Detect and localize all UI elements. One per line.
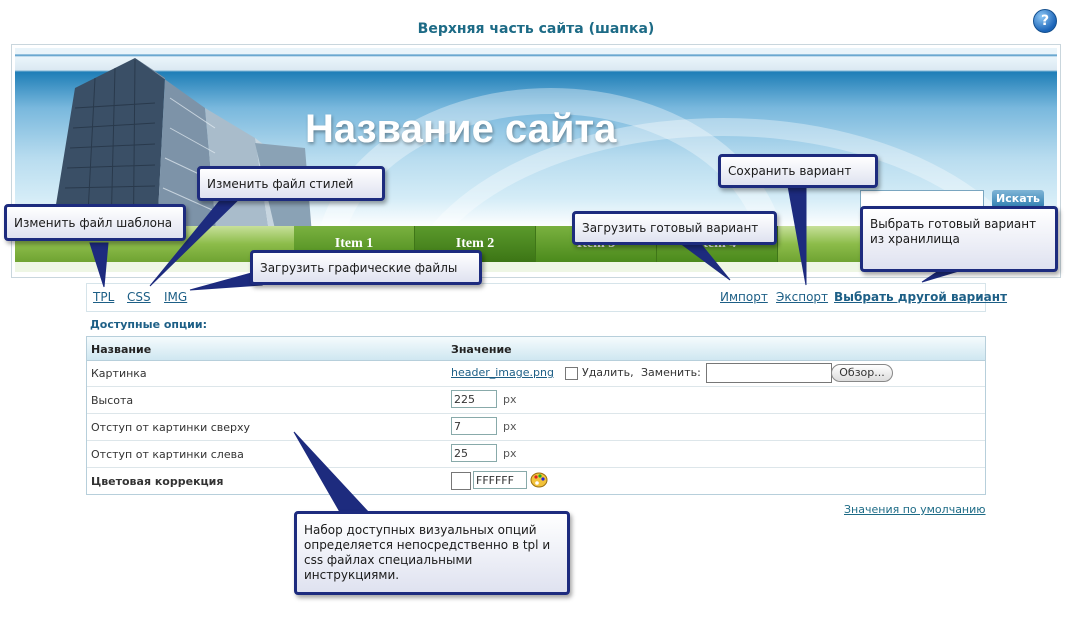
- callout-edit-styles: Изменить файл стилей: [197, 166, 385, 201]
- callout-load-variant: Загрузить готовый вариант: [572, 211, 777, 245]
- callout-edit-template: Изменить файл шаблона: [4, 204, 186, 241]
- callout-upload-graphics: Загрузить графические файлы: [250, 250, 482, 285]
- callout-choose-variant: Выбрать готовый вариант из хранилища: [860, 206, 1058, 272]
- callout-options-note: Набор доступных визуальных опций определ…: [294, 511, 570, 595]
- callout-save-variant: Сохранить вариант: [718, 154, 878, 188]
